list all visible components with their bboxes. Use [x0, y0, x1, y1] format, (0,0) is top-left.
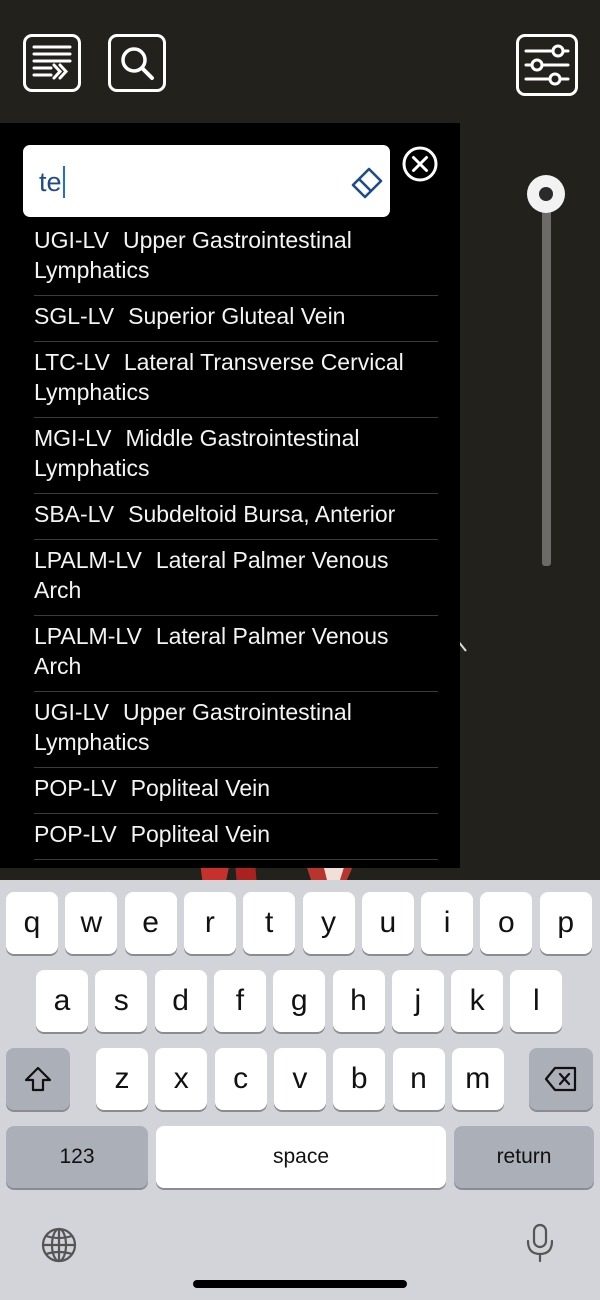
globe-icon[interactable]: [40, 1226, 78, 1264]
home-indicator[interactable]: [193, 1280, 407, 1288]
key-k[interactable]: k: [451, 970, 504, 1032]
key-y[interactable]: y: [302, 892, 355, 954]
list-arrow-icon: [32, 45, 72, 80]
result-item[interactable]: SBA-LV Subdeltoid Bursa, Anterior: [34, 494, 438, 540]
key-s[interactable]: s: [95, 970, 148, 1032]
search-button[interactable]: [108, 34, 166, 92]
zoom-slider-thumb[interactable]: [527, 175, 565, 213]
result-code: POP-LV: [34, 775, 117, 801]
sliders-icon: [524, 44, 570, 86]
key-e[interactable]: e: [124, 892, 177, 954]
shift-icon: [24, 1066, 52, 1092]
result-item[interactable]: MGI-LV Middle Gastrointestinal Lymphatics: [34, 418, 438, 494]
result-item[interactable]: UGI-LV Upper Gastrointestinal Lymphatics: [34, 692, 438, 768]
results-list: UGI-LV Upper Gastrointestinal Lymphatics S…: [34, 220, 438, 860]
text-cursor: [62, 166, 65, 198]
key-u[interactable]: u: [361, 892, 414, 954]
key-w[interactable]: w: [65, 892, 118, 954]
space-key[interactable]: space: [156, 1126, 446, 1188]
result-item[interactable]: LPALM-LV Lateral Palmer Venous Arch: [34, 616, 438, 692]
search-panel: te UGI-LV Upper Gastrointestinal Lymphati…: [0, 123, 460, 868]
key-z[interactable]: z: [96, 1048, 148, 1110]
filter-button[interactable]: [516, 34, 578, 96]
result-item[interactable]: LTC-LV Lateral Transverse Cervical Lympha…: [34, 342, 438, 418]
result-code: SGL-LV: [34, 303, 115, 329]
numbers-key[interactable]: 123: [6, 1126, 148, 1188]
zoom-slider-track[interactable]: [542, 200, 551, 566]
result-code: MGI-LV: [34, 425, 112, 451]
key-v[interactable]: v: [273, 1048, 326, 1110]
key-x[interactable]: x: [155, 1048, 208, 1110]
result-name: Popliteal Vein: [130, 821, 271, 847]
key-l[interactable]: l: [510, 970, 563, 1032]
key-c[interactable]: c: [214, 1048, 267, 1110]
shift-key[interactable]: [6, 1048, 70, 1110]
key-f[interactable]: f: [213, 970, 266, 1032]
on-screen-keyboard: 123 space return qwertyuiop asdfghjkl zxcv…: [0, 880, 600, 1300]
return-key[interactable]: return: [454, 1126, 594, 1188]
menu-button[interactable]: [23, 34, 81, 92]
result-item[interactable]: POP-LV Popliteal Vein: [34, 814, 438, 860]
search-input[interactable]: te: [39, 166, 65, 198]
key-h[interactable]: h: [332, 970, 385, 1032]
result-item[interactable]: LPALM-LV Lateral Palmer Venous Arch: [34, 540, 438, 616]
key-g[interactable]: g: [273, 970, 326, 1032]
search-field[interactable]: te: [23, 145, 390, 217]
delete-icon: [544, 1066, 577, 1092]
result-item[interactable]: SGL-LV Superior Gluteal Vein: [34, 296, 438, 342]
result-code: UGI-LV: [34, 699, 109, 725]
search-icon: [121, 47, 154, 80]
result-name: Subdeltoid Bursa, Anterior: [128, 501, 396, 527]
result-code: SBA-LV: [34, 501, 115, 527]
result-code: LPALM-LV: [34, 623, 142, 649]
result-code: POP-LV: [34, 821, 117, 847]
key-n[interactable]: n: [392, 1048, 445, 1110]
microphone-icon[interactable]: [524, 1222, 556, 1264]
result-code: UGI-LV: [34, 227, 109, 253]
result-name: Popliteal Vein: [130, 775, 271, 801]
key-d[interactable]: d: [154, 970, 207, 1032]
delete-key[interactable]: [529, 1048, 593, 1110]
key-q[interactable]: q: [6, 892, 58, 954]
result-item[interactable]: UGI-LV Upper Gastrointestinal Lymphatics: [34, 220, 438, 296]
key-t[interactable]: t: [243, 892, 296, 954]
close-circle-icon[interactable]: [401, 145, 439, 183]
result-code: LTC-LV: [34, 349, 110, 375]
key-j[interactable]: j: [391, 970, 444, 1032]
key-o[interactable]: o: [480, 892, 533, 954]
key-p[interactable]: p: [539, 892, 592, 954]
key-i[interactable]: i: [421, 892, 474, 954]
result-name: Superior Gluteal Vein: [128, 303, 346, 329]
key-a[interactable]: a: [36, 970, 88, 1032]
key-r[interactable]: r: [183, 892, 236, 954]
key-b[interactable]: b: [333, 1048, 386, 1110]
result-code: LPALM-LV: [34, 547, 142, 573]
key-m[interactable]: m: [451, 1048, 504, 1110]
eraser-icon[interactable]: [349, 165, 385, 201]
result-item[interactable]: POP-LV Popliteal Vein: [34, 768, 438, 814]
